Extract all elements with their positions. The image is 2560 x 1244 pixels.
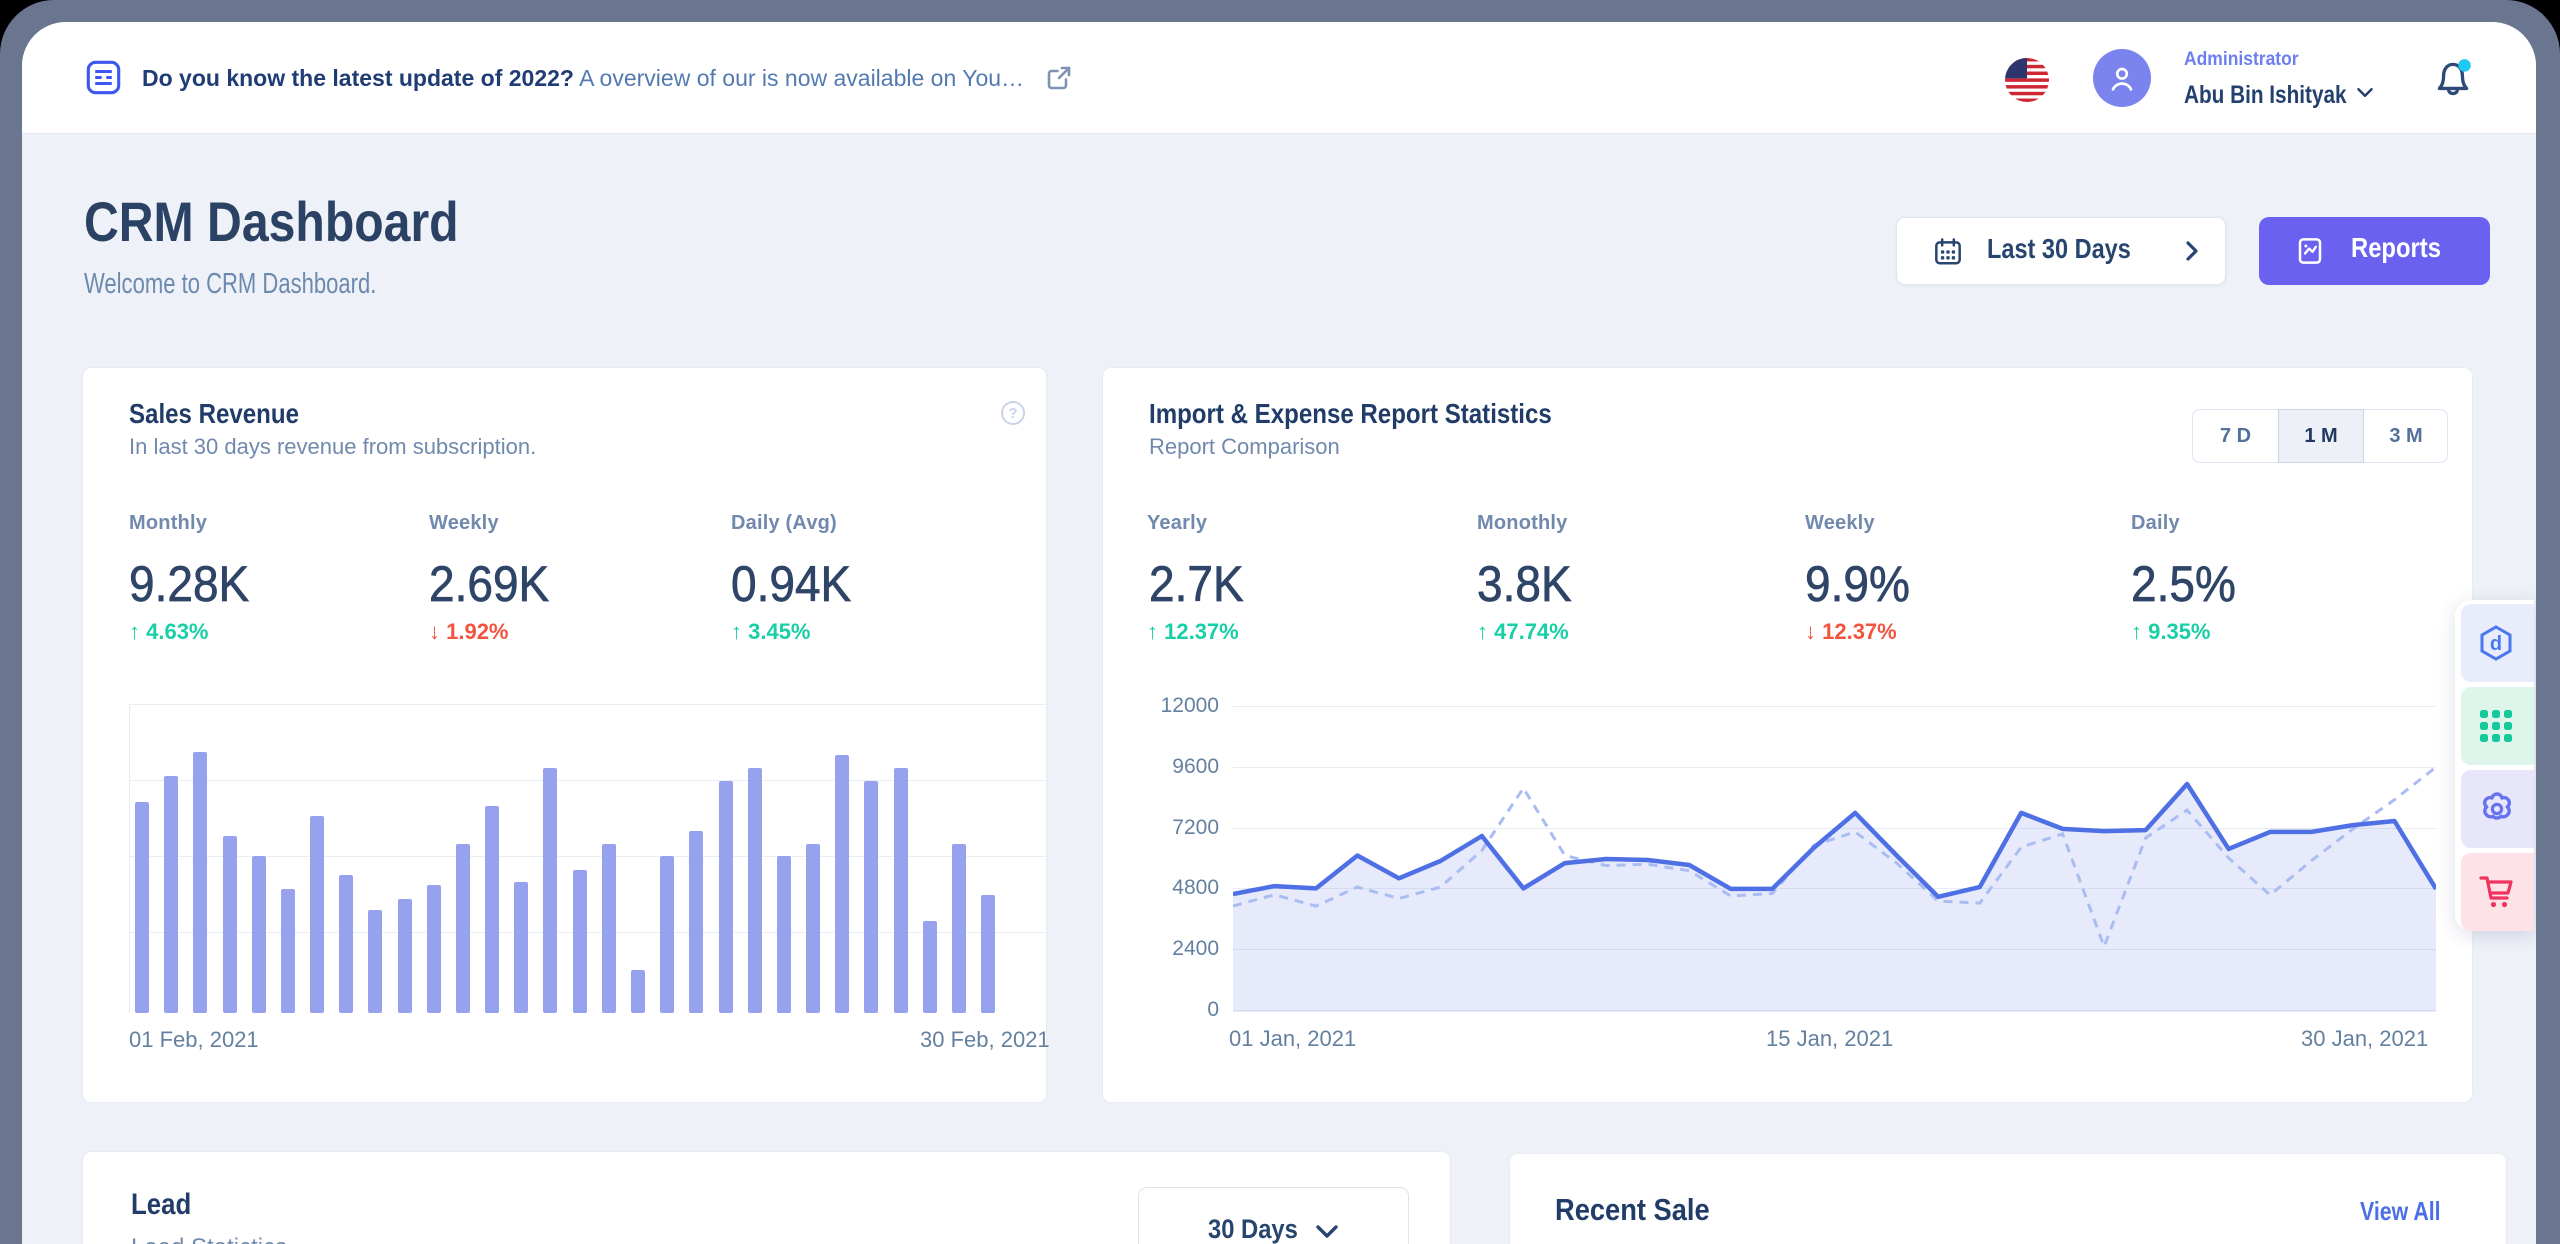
svg-text:d: d <box>2490 633 2502 655</box>
